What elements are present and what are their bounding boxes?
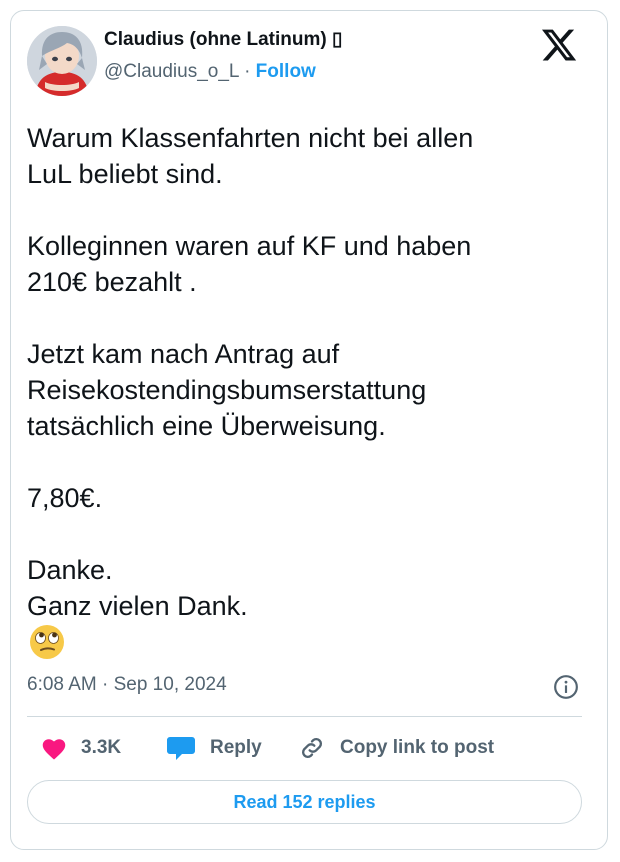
reply-button[interactable]: Reply bbox=[166, 733, 262, 763]
post-line: Jetzt kam nach Antrag auf bbox=[27, 339, 340, 369]
reply-label: Reply bbox=[210, 737, 262, 758]
link-icon bbox=[301, 737, 323, 759]
copy-link-label: Copy link to post bbox=[340, 737, 495, 758]
post-line: Reisekostendingsbumserstattung bbox=[27, 375, 427, 405]
heart-icon bbox=[42, 739, 66, 760]
post-line: tatsächlich eine Überweisung. bbox=[27, 411, 386, 441]
post-timestamp[interactable]: 6:08 AM · Sep 10, 2024 bbox=[27, 674, 227, 696]
avatar-image bbox=[27, 26, 97, 96]
post-line: Kolleginnen waren auf KF und haben bbox=[27, 231, 472, 261]
author-handle[interactable]: @Claudius_o_L bbox=[104, 61, 239, 82]
like-count: 3.3K bbox=[81, 737, 122, 758]
x-logo-icon[interactable] bbox=[540, 26, 578, 64]
like-button[interactable]: 3.3K bbox=[41, 733, 121, 763]
author-name-glyph: ▯ bbox=[332, 29, 343, 50]
post-line: Ganz vielen Dank. bbox=[27, 591, 248, 621]
post-text: Warum Klassenfahrten nicht bei allen LuL… bbox=[27, 120, 582, 624]
author-name-text: Claudius (ohne Latinum) bbox=[104, 29, 327, 50]
post-line: Warum Klassenfahrten nicht bei allen bbox=[27, 123, 474, 153]
reply-bubble-icon bbox=[167, 737, 195, 760]
avatar[interactable] bbox=[27, 26, 97, 96]
copy-link-button[interactable]: Copy link to post bbox=[298, 733, 494, 763]
author-handle-row: @Claudius_o_L · Follow bbox=[104, 61, 316, 83]
follow-button[interactable]: Follow bbox=[256, 61, 316, 82]
post-actions: 3.3K Reply Copy link to post bbox=[27, 733, 582, 763]
handle-separator: · bbox=[244, 61, 251, 82]
post-line: Danke. bbox=[27, 555, 113, 585]
info-icon[interactable] bbox=[553, 674, 579, 700]
rolling-eyes-emoji-icon bbox=[30, 625, 64, 659]
post-line: 7,80€. bbox=[27, 483, 103, 513]
post-line: 210€ bezahlt . bbox=[27, 267, 197, 297]
author-name[interactable]: Claudius (ohne Latinum) ▯ bbox=[104, 28, 342, 51]
read-replies-label: Read 152 replies bbox=[233, 791, 376, 812]
divider bbox=[27, 716, 582, 717]
post-line: LuL beliebt sind. bbox=[27, 159, 223, 189]
read-replies-button[interactable]: Read 152 replies bbox=[27, 780, 582, 824]
